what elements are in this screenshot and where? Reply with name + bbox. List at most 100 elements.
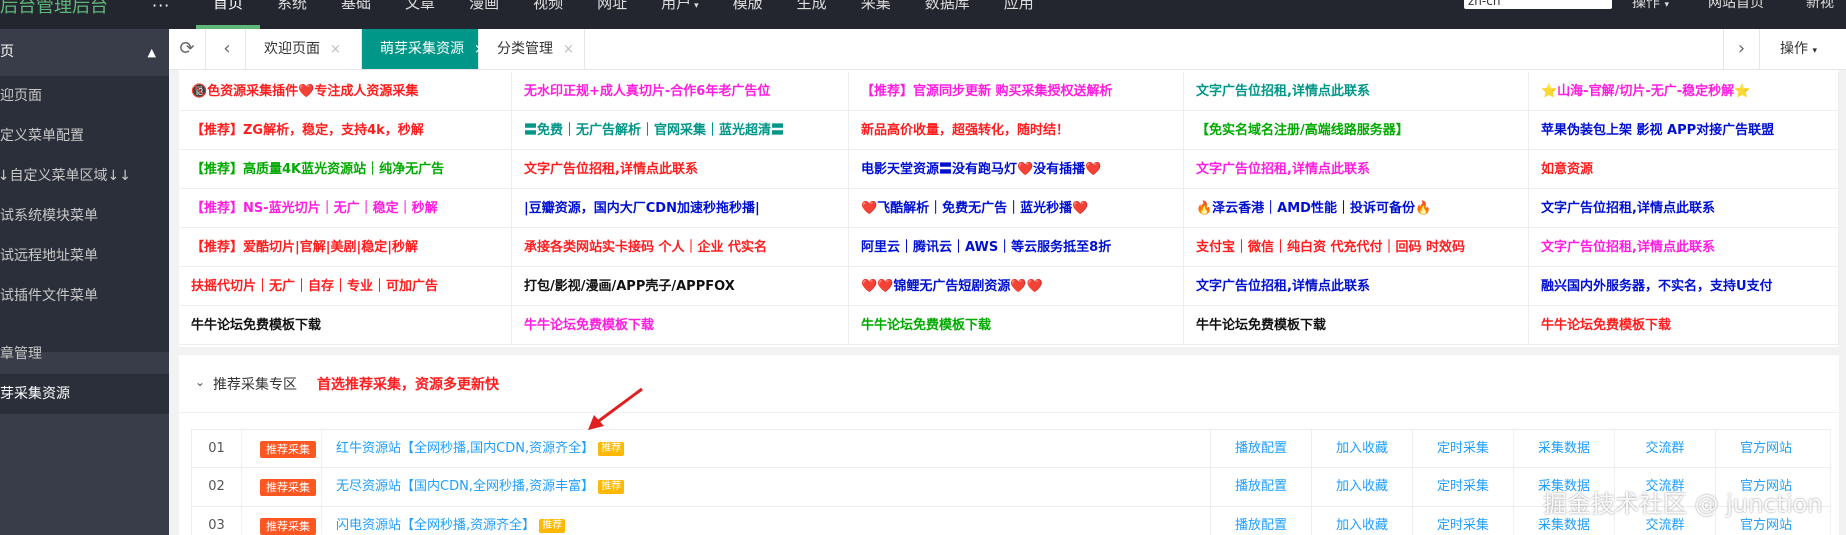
ad-link[interactable]: 🔥泽云香港｜AMD性能｜投诉可备份🔥 [1184,189,1529,228]
nav-item-app[interactable]: 应用 [987,0,1051,21]
ad-link[interactable]: 新品高价收量，超强转化，随时结！ [849,111,1184,150]
action-link-1[interactable]: 加入收藏 [1311,507,1412,535]
ad-link[interactable]: 牛牛论坛免费模板下载 [849,306,1184,345]
row-number: 01 [192,430,242,468]
sidebar-item-article[interactable]: 文章管理 [0,334,169,374]
ad-link[interactable]: 阿里云｜腾讯云｜AWS｜等云服务抵至8折 [849,228,1184,267]
tab-ops-menu[interactable]: 操作 ▾ [1780,29,1817,69]
recommend-tag: 推荐 [598,442,625,456]
resource-title-link[interactable]: 闪电资源站【全网秒播,资源齐全】 推荐 [336,507,566,535]
ad-link[interactable]: 【推荐】NS-蓝光切片｜无广｜稳定｜秒解 [179,189,512,228]
action-link-2[interactable]: 定时采集 [1412,507,1513,535]
ad-link[interactable]: 支付宝｜微信｜纯白资 代充代付｜回码 时效码 [1184,228,1529,267]
ad-link[interactable]: 【推荐】ZG解析，稳定，支持4k，秒解 [179,111,512,150]
ad-link[interactable]: 文字广告位招租,详情点此联系 [1184,267,1529,306]
ad-link[interactable]: ❤️❤️锦鲤无广告短剧资源❤️❤️ [849,267,1184,306]
status-badge: 推荐采集 [260,479,316,496]
nav-item-basic[interactable]: 基础 [324,0,388,21]
sidebar-item-welcome[interactable]: 欢迎页面 [0,76,169,116]
ad-link[interactable]: 【推荐】爱酷切片|官解|美剧|稳定|秒解 [179,228,512,267]
ad-link[interactable]: 【推荐】高质量4K蓝光资源站｜纯净无广告 [179,150,512,189]
ad-link[interactable]: 牛牛论坛免费模板下载 [179,306,512,345]
ad-link[interactable]: 打包/影视/漫画/APP壳子/APPFOX [512,267,849,306]
ad-link[interactable]: 文字广告位招租,详情点此联系 [1529,228,1839,267]
sidebar-item-current[interactable]: 萌芽采集资源 [0,374,169,414]
watermark: 掘金技术社区 @ junction [1543,490,1823,518]
tab-welcome[interactable]: 欢迎页面 × [246,29,362,69]
action-link-0[interactable]: 播放配置 [1210,468,1311,506]
main-content: 🔞色资源采集插件❤️专注成人资源采集 无水印正规+成人真切片-合作6年老广告位 【推… [169,70,1846,535]
language-select[interactable]: zh-cn▾ [1464,0,1612,9]
tab-sprout-resources[interactable]: 萌芽采集资源 × [362,29,485,69]
close-icon[interactable]: × [563,42,574,57]
nav-item-website[interactable]: 网址 [580,0,644,21]
action-link-2[interactable]: 定时采集 [1412,430,1513,468]
close-icon[interactable]: × [330,42,341,57]
ad-link[interactable]: ❤️飞酷解析｜免费无广告｜蓝光秒播❤️ [849,189,1184,228]
resource-title-link[interactable]: 红牛资源站【全网秒播,国内CDN,资源齐全】 推荐 [336,430,625,468]
sidebar-item-custom-area[interactable]: ↓↓自定义菜单区域↓↓ [0,156,169,196]
ad-link[interactable]: 扶摇代切片｜无广｜自存｜专业｜可加广告 [179,267,512,306]
nav-item-system[interactable]: 系统 [260,0,324,21]
refresh-icon[interactable]: ⟳ [169,29,206,69]
chevron-right-icon[interactable]: › [1723,29,1760,69]
action-link-0[interactable]: 播放配置 [1210,430,1311,468]
sidebar-group-home[interactable]: 首页 ▲ [0,29,169,76]
sidebar-item-custom-menu[interactable]: 自定义菜单配置 [0,116,169,156]
ad-link[interactable]: 🔞色资源采集插件❤️专注成人资源采集 [179,72,512,111]
app-logo: 后台管理后台 [0,0,108,17]
ad-link[interactable]: 【推荐】官源同步更新 购买采集授权送解析 [849,72,1184,111]
ad-link[interactable]: 牛牛论坛免费模板下载 [1184,306,1529,345]
more-menu-icon[interactable]: ··· [152,0,170,15]
action-link-4[interactable]: 交流群 [1614,430,1715,468]
action-link-2[interactable]: 定时采集 [1412,468,1513,506]
section-header: ⌄ 推荐采集专区 首选推荐采集，资源多更新快 [179,355,1839,413]
resource-title-link[interactable]: 无尽资源站【国内CDN,全网秒播,资源丰富】 推荐 [336,468,625,506]
ad-link[interactable]: 苹果伪装包上架 影视 APP对接广告联盟 [1529,111,1839,150]
nav-item-comic[interactable]: 漫画 [452,0,516,21]
action-link-5[interactable]: 官方网站 [1715,430,1816,468]
top-nav: 首页 系统 基础 文章 漫画 视频 网址 用户 ▾ 模版 生成 采集 数据库 应用 [196,0,1051,29]
sidebar-item-test-module[interactable]: 测试系统模块菜单 [0,196,169,236]
ad-grid: 🔞色资源采集插件❤️专注成人资源采集 无水印正规+成人真切片-合作6年老广告位 【推… [179,70,1839,347]
top-ops-menu[interactable]: 操作 ▾ [1632,0,1669,12]
ad-link[interactable]: |豆瓣资源，国内大厂CDN加速秒拖秒播| [512,189,849,228]
ad-link[interactable]: 牛牛论坛免费模板下载 [512,306,849,345]
ad-link[interactable]: 牛牛论坛免费模板下载 [1529,306,1839,345]
ad-link[interactable]: 文字广告位招租,详情点此联系 [1184,150,1529,189]
ad-link[interactable]: 无水印正规+成人真切片-合作6年老广告位 [512,72,849,111]
nav-item-collect[interactable]: 采集 [844,0,908,21]
nav-item-article[interactable]: 文章 [388,0,452,21]
action-link-1[interactable]: 加入收藏 [1311,468,1412,506]
action-link-1[interactable]: 加入收藏 [1311,430,1412,468]
site-home-link[interactable]: 网站首页 [1708,0,1764,12]
recommend-tag: 推荐 [598,480,625,494]
action-link-0[interactable]: 播放配置 [1210,507,1311,535]
new-window-link[interactable]: 新视 [1806,0,1834,12]
nav-item-generate[interactable]: 生成 [780,0,844,21]
ad-link[interactable]: 如意资源 [1529,150,1839,189]
nav-item-template[interactable]: 模版 [716,0,780,21]
ad-link[interactable]: 承接各类网站实卡接码 个人｜企业 代实名 [512,228,849,267]
ad-link[interactable]: 融兴国内外服务器，不实名，支持U支付 [1529,267,1839,306]
tab-category[interactable]: 分类管理 × [479,29,585,69]
action-link-3[interactable]: 采集数据 [1513,430,1614,468]
sidebar-item-test-plugin[interactable]: 测试插件文件菜单 [0,276,169,316]
chevron-down-icon[interactable]: ⌄ [195,375,205,389]
chevron-left-icon[interactable]: ‹ [209,29,246,69]
ad-link[interactable]: 文字广告位招租,详情点此联系 [512,150,849,189]
ad-link[interactable]: 文字广告位招租,详情点此联系 [1184,72,1529,111]
ad-link[interactable]: ⭐山海-官解/切片-无广-稳定秒解⭐ [1529,72,1839,111]
nav-item-video[interactable]: 视频 [516,0,580,21]
ad-link[interactable]: 电影天堂资源〓没有跑马灯❤️没有插播❤️ [849,150,1184,189]
nav-item-user[interactable]: 用户 ▾ [644,0,716,21]
sidebar-item-test-remote[interactable]: 测试远程地址菜单 [0,236,169,276]
top-bar: 后台管理后台 ··· 首页 系统 基础 文章 漫画 视频 网址 用户 ▾ 模版 生… [0,0,1846,29]
ad-link[interactable]: 〓免费｜无广告解析｜官网采集｜蓝光超清〓 [512,111,849,150]
red-arrow-annotation [588,387,643,430]
ad-link[interactable]: 文字广告位招租,详情点此联系 [1529,189,1839,228]
nav-item-home[interactable]: 首页 [196,0,261,29]
ad-link[interactable]: 【免实名域名注册/高端线路服务器】 [1184,111,1529,150]
chevron-down-icon: ▾ [694,1,699,11]
nav-item-database[interactable]: 数据库 [908,0,987,21]
